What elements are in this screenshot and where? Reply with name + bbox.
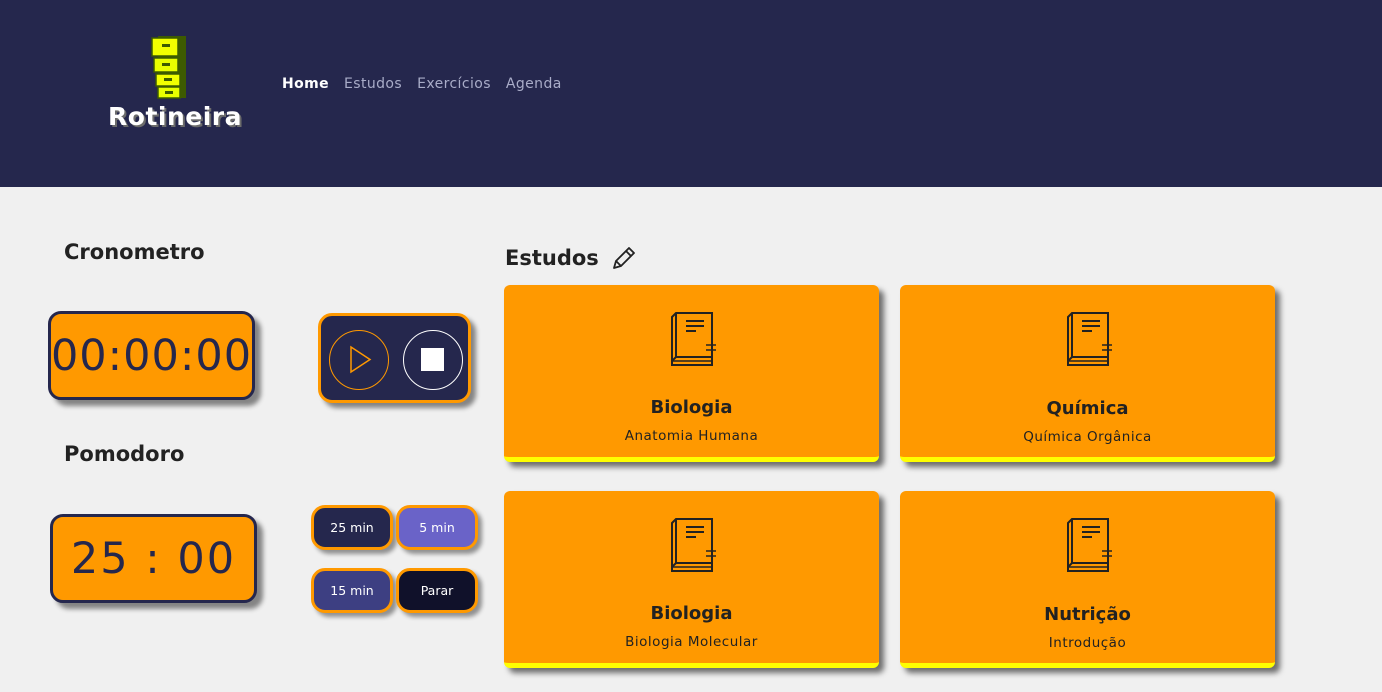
main-nav: Home Estudos Exercícios Agenda	[282, 76, 562, 92]
logo[interactable]: Rotineira	[108, 34, 242, 136]
card-subject: Química	[1046, 398, 1129, 419]
nav-home[interactable]: Home	[282, 76, 329, 92]
card-topic: Anatomia Humana	[624, 428, 759, 444]
study-card[interactable]: Química Química Orgânica	[900, 285, 1275, 462]
stop-icon	[421, 348, 444, 371]
book-icon	[671, 518, 716, 572]
stop-button[interactable]	[403, 330, 463, 390]
pomodoro-display: 25 : 00	[50, 514, 257, 603]
filing-cabinet-icon	[151, 36, 186, 99]
card-subject: Biologia	[650, 603, 733, 624]
play-button[interactable]	[329, 330, 389, 390]
nav-exercicios[interactable]: Exercícios	[417, 76, 491, 92]
estudos-header: Estudos	[505, 243, 639, 273]
pencil-icon[interactable]	[609, 243, 639, 273]
study-card[interactable]: Nutrição Introdução	[900, 491, 1275, 668]
pomodoro-5min-button[interactable]: 5 min	[396, 505, 478, 550]
pomodoro-stop-button[interactable]: Parar	[396, 568, 478, 613]
book-icon	[1067, 518, 1112, 572]
book-icon	[671, 312, 716, 366]
header: Rotineira Home Estudos Exercícios Agenda	[0, 0, 1382, 187]
estudos-title: Estudos	[505, 246, 599, 270]
pomodoro-15min-button[interactable]: 15 min	[311, 568, 393, 613]
pomodoro-title: Pomodoro	[64, 442, 185, 466]
study-card[interactable]: Biologia Biologia Molecular	[504, 491, 879, 668]
study-card[interactable]: Biologia Anatomia Humana	[504, 285, 879, 462]
card-subject: Nutrição	[1044, 604, 1131, 625]
card-topic: Biologia Molecular	[625, 634, 758, 650]
nav-estudos[interactable]: Estudos	[344, 76, 402, 92]
cronometro-title: Cronometro	[64, 240, 205, 264]
card-topic: Introdução	[1048, 635, 1127, 651]
nav-agenda[interactable]: Agenda	[506, 76, 562, 92]
card-topic: Química Orgânica	[1023, 429, 1152, 445]
pomodoro-25min-button[interactable]: 25 min	[311, 505, 393, 550]
logo-text: Rotineira	[108, 102, 242, 131]
cronometro-display: 00:00:00	[48, 311, 255, 400]
play-icon	[350, 345, 372, 374]
book-icon	[1067, 312, 1112, 366]
cronometro-controls	[318, 313, 471, 403]
card-subject: Biologia	[650, 397, 733, 418]
